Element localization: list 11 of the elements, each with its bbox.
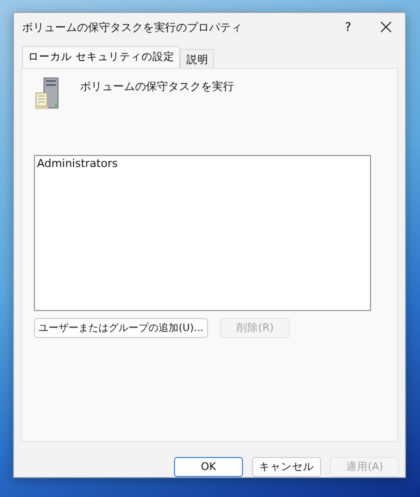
close-icon	[380, 21, 392, 33]
button[interactable]: キャンセル	[252, 457, 321, 477]
button[interactable]: OK	[174, 457, 243, 477]
list-item[interactable]: Administrators	[35, 156, 370, 171]
policy-name: ボリュームの保守タスクを実行	[80, 78, 234, 94]
tab[interactable]: 説明	[180, 49, 214, 68]
window-title: ボリュームの保守タスクを実行のプロパティ	[22, 20, 243, 34]
tab[interactable]: ローカル セキュリティの設定	[22, 46, 180, 68]
members-list[interactable]: Administrators	[34, 154, 371, 311]
button[interactable]: ユーザーまたはグループの追加(U)...	[34, 318, 208, 338]
help-button[interactable]: ?	[329, 13, 367, 41]
